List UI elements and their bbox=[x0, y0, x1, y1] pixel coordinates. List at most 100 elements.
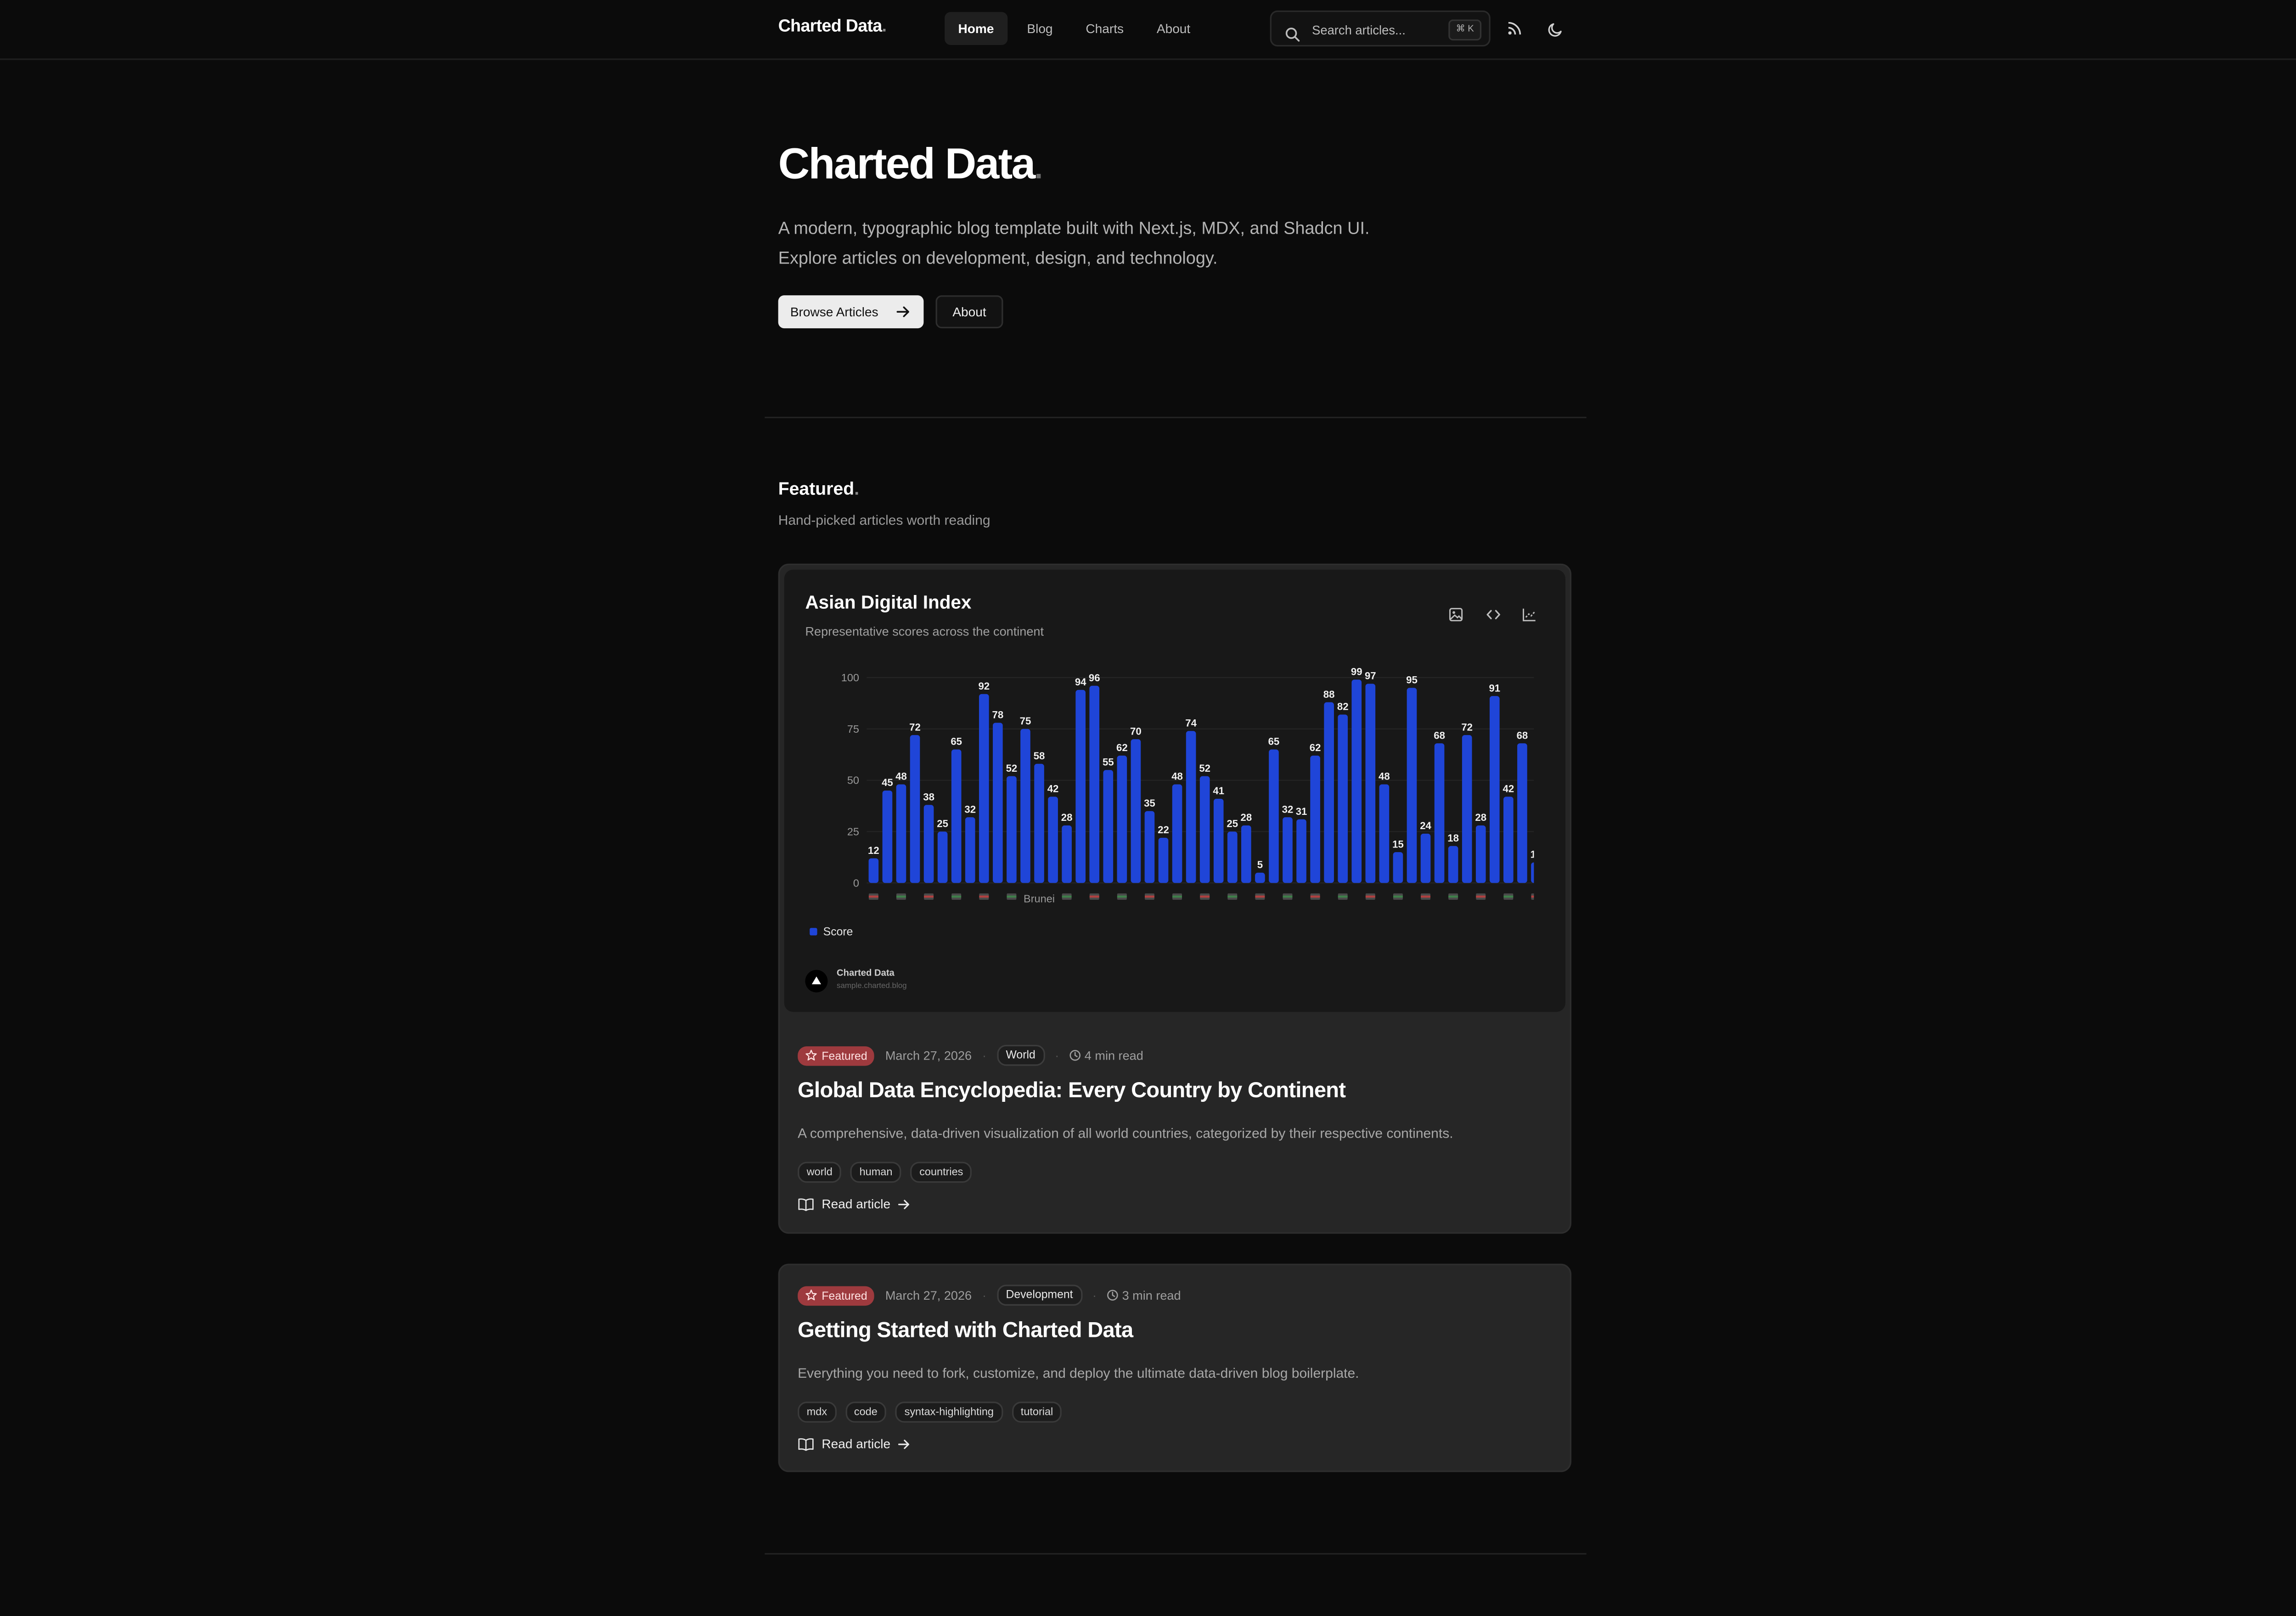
bar bbox=[1158, 837, 1169, 883]
nav-home[interactable]: Home bbox=[945, 12, 1007, 45]
site-logo[interactable]: Charted Data. bbox=[778, 18, 887, 36]
post-tags: world human countries bbox=[798, 1162, 973, 1183]
bar bbox=[896, 784, 906, 883]
chart-icon bbox=[1523, 608, 1536, 622]
bar-value-label: 65 bbox=[1268, 736, 1280, 747]
bar bbox=[1227, 831, 1238, 883]
nav-blog[interactable]: Blog bbox=[1013, 12, 1066, 45]
credit-url: sample.charted.blog bbox=[837, 982, 907, 991]
chart-type-button[interactable] bbox=[1520, 606, 1538, 623]
search-shortcut-badge: ⌘ K bbox=[1448, 19, 1482, 41]
bar bbox=[1462, 735, 1472, 883]
flag-stripe bbox=[1310, 895, 1320, 898]
moon-icon bbox=[1547, 22, 1561, 36]
bar bbox=[1172, 784, 1182, 883]
bar bbox=[1089, 685, 1100, 883]
category-badge[interactable]: Development bbox=[996, 1285, 1082, 1306]
bar-value-label: 32 bbox=[1282, 803, 1294, 815]
tag-code[interactable]: code bbox=[845, 1402, 887, 1423]
bar-value-label: 38 bbox=[923, 791, 934, 802]
search-box[interactable]: ⌘ K bbox=[1270, 10, 1491, 47]
flag-stripe bbox=[1200, 895, 1210, 898]
bar bbox=[1213, 798, 1224, 883]
theme-toggle-button[interactable] bbox=[1543, 17, 1567, 40]
site-logo-dot: . bbox=[882, 18, 887, 36]
bar-value-label: 75 bbox=[1020, 715, 1031, 727]
rss-button[interactable] bbox=[1503, 17, 1526, 40]
featured-heading-dot: . bbox=[854, 478, 860, 499]
bar bbox=[1489, 696, 1500, 883]
bar-series bbox=[868, 679, 1534, 883]
read-article-link[interactable]: Read article bbox=[798, 1196, 910, 1211]
post-tags: mdx code syntax-highlighting tutorial bbox=[798, 1402, 1062, 1423]
bar-value-label: 18 bbox=[1447, 832, 1459, 844]
bar bbox=[1048, 797, 1058, 883]
flag-stripe bbox=[868, 895, 878, 898]
bar-value-label: 52 bbox=[1199, 763, 1210, 774]
tag-countries[interactable]: countries bbox=[910, 1162, 973, 1183]
x-tick-label: Brunei bbox=[1024, 893, 1055, 905]
meta-separator: · bbox=[1055, 1048, 1059, 1063]
bar-value-label: 28 bbox=[1475, 812, 1486, 823]
bar bbox=[1255, 872, 1265, 883]
bar-value-label: 62 bbox=[1310, 742, 1321, 753]
post-title[interactable]: Getting Started with Charted Data bbox=[798, 1319, 1133, 1343]
bar-value-label: 88 bbox=[1323, 689, 1335, 700]
read-time-text: 3 min read bbox=[1122, 1287, 1181, 1303]
bar-value-label: 55 bbox=[1103, 756, 1114, 768]
bar bbox=[1324, 702, 1334, 883]
browse-articles-button[interactable]: Browse Articles bbox=[778, 295, 924, 329]
tag-syntax-highlighting[interactable]: syntax-highlighting bbox=[895, 1402, 1003, 1423]
post-meta: Featured March 27, 2026 · Development · … bbox=[798, 1285, 1181, 1306]
bar-value-label: 28 bbox=[1061, 812, 1073, 823]
star-icon bbox=[805, 1290, 817, 1301]
bar-value-label: 15 bbox=[1392, 838, 1404, 850]
tag-mdx[interactable]: mdx bbox=[798, 1402, 836, 1423]
embed-code-button[interactable] bbox=[1485, 606, 1503, 623]
read-article-link[interactable]: Read article bbox=[798, 1436, 910, 1451]
bar-value-label: 95 bbox=[1406, 674, 1418, 685]
flag-stripe bbox=[896, 895, 906, 898]
bar bbox=[1103, 770, 1114, 883]
tag-world[interactable]: world bbox=[798, 1162, 842, 1183]
clock-icon bbox=[1108, 1290, 1119, 1301]
bar bbox=[1062, 825, 1072, 883]
flag-stripe bbox=[1476, 895, 1486, 898]
bar bbox=[965, 817, 975, 883]
bar bbox=[1131, 739, 1141, 883]
code-icon bbox=[1486, 610, 1500, 619]
bar-value-label: 22 bbox=[1158, 824, 1169, 836]
flag-stripe bbox=[1448, 895, 1458, 898]
meta-separator: · bbox=[982, 1048, 987, 1063]
bar-value-label: 48 bbox=[1379, 771, 1390, 782]
nav-about[interactable]: About bbox=[1143, 12, 1204, 45]
bar-value-label: 10 bbox=[1531, 849, 1534, 860]
tag-tutorial[interactable]: tutorial bbox=[1012, 1402, 1062, 1423]
search-input[interactable] bbox=[1312, 19, 1447, 39]
flag-stripe bbox=[1393, 895, 1403, 898]
bar-value-label: 32 bbox=[964, 803, 976, 815]
featured-post-card[interactable]: Featured March 27, 2026 · Development · … bbox=[778, 1263, 1572, 1472]
bar bbox=[1269, 749, 1279, 883]
bar bbox=[1186, 731, 1196, 883]
bar bbox=[1241, 825, 1251, 883]
bar-value-label: 48 bbox=[1171, 771, 1183, 782]
about-button[interactable]: About bbox=[935, 295, 1003, 329]
bar bbox=[1393, 852, 1403, 883]
bar bbox=[1434, 743, 1445, 883]
category-badge[interactable]: World bbox=[996, 1044, 1045, 1066]
book-open-icon bbox=[798, 1437, 814, 1450]
bar-value-label: 25 bbox=[1227, 818, 1238, 830]
arrow-right-icon bbox=[898, 1439, 909, 1448]
post-meta: Featured March 27, 2026 · World · 4 min … bbox=[798, 1044, 1143, 1066]
top-navigation-bar: Charted Data. Home Blog Charts About ⌘ K bbox=[0, 0, 2296, 60]
nav-charts[interactable]: Charts bbox=[1072, 12, 1137, 45]
flag-stripe bbox=[1117, 895, 1127, 898]
y-axis: 0 25 50 75 100 bbox=[841, 672, 859, 889]
bar-value-label: 62 bbox=[1116, 742, 1128, 753]
download-image-button[interactable] bbox=[1447, 606, 1465, 623]
bar bbox=[937, 831, 948, 883]
post-title[interactable]: Global Data Encyclopedia: Every Country … bbox=[798, 1079, 1346, 1103]
tag-human[interactable]: human bbox=[850, 1162, 902, 1183]
flag-stripe bbox=[1283, 895, 1293, 898]
